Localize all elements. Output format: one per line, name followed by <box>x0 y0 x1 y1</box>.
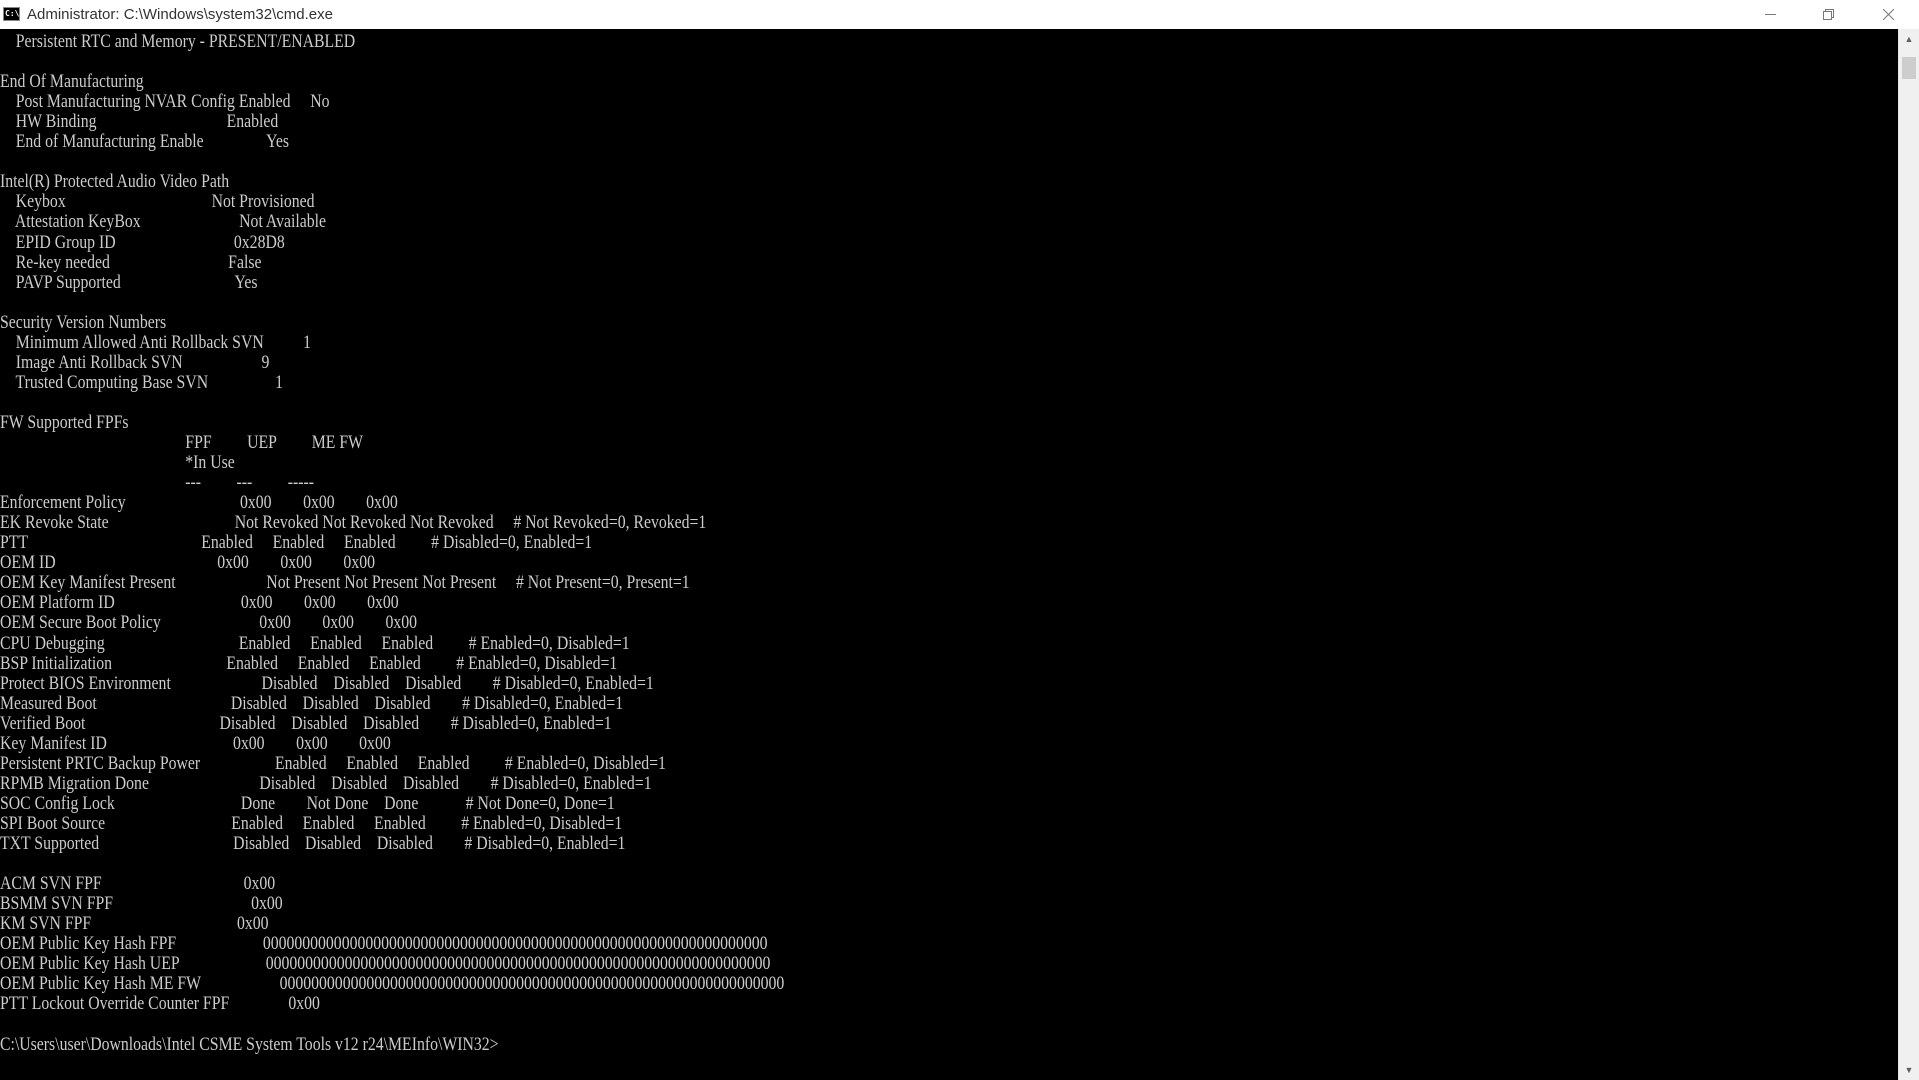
console-line: Keybox Not Provisioned <box>0 191 315 213</box>
console-line: Key Manifest ID 0x00 0x00 0x00 <box>0 732 391 754</box>
minimize-button[interactable] <box>1741 0 1799 29</box>
console-line: Security Version Numbers <box>0 311 167 333</box>
console-line: Post Manufacturing NVAR Config Enabled N… <box>0 91 330 113</box>
console-line: PAVP Supported Yes <box>0 271 258 293</box>
console-line: HW Binding Enabled <box>0 111 279 133</box>
console-line: *In Use <box>0 452 235 474</box>
scroll-up-arrow-icon[interactable]: ▲ <box>1899 29 1919 49</box>
restore-button[interactable] <box>1799 0 1857 29</box>
console-line: OEM Key Manifest Present Not Present Not… <box>0 572 690 594</box>
console-line: Re-key needed False <box>0 251 262 273</box>
console-line: RPMB Migration Done Disabled Disabled Di… <box>0 772 652 794</box>
console-line: CPU Debugging Enabled Enabled Enabled # … <box>0 632 630 654</box>
console-line: End of Manufacturing Enable Yes <box>0 131 290 153</box>
console-line: Enforcement Policy 0x00 0x00 0x00 <box>0 492 398 514</box>
window-title: Administrator: C:\Windows\system32\cmd.e… <box>27 6 333 23</box>
console-line: Intel(R) Protected Audio Video Path <box>0 171 230 193</box>
console-line: PTT Enabled Enabled Enabled # Disabled=0… <box>0 532 593 554</box>
console-line: OEM Public Key Hash UEP 0000000000000000… <box>0 953 771 975</box>
vertical-scrollbar[interactable]: ▲ ▼ <box>1898 29 1919 1080</box>
minimize-icon <box>1764 14 1776 15</box>
scrollbar-thumb[interactable] <box>1902 57 1916 79</box>
console-line: EK Revoke State Not Revoked Not Revoked … <box>0 512 707 534</box>
console-line: EPID Group ID 0x28D8 <box>0 231 285 253</box>
restore-icon <box>1822 9 1834 20</box>
console-line: C:\Users\user\Downloads\Intel CSME Syste… <box>0 1033 499 1055</box>
console-line: OEM ID 0x00 0x00 0x00 <box>0 552 375 574</box>
title-bar[interactable]: C:\ Administrator: C:\Windows\system32\c… <box>0 0 1919 29</box>
console-line: FW Supported FPFs <box>0 411 129 433</box>
scroll-down-arrow-icon[interactable]: ▼ <box>1899 1060 1919 1080</box>
console-line: BSP Initialization Enabled Enabled Enabl… <box>0 652 618 674</box>
console-line: Verified Boot Disabled Disabled Disabled… <box>0 712 612 734</box>
console-line: OEM Public Key Hash FPF 0000000000000000… <box>0 933 768 955</box>
console-line: Image Anti Rollback SVN 9 <box>0 351 270 373</box>
console-line: FPF UEP ME FW <box>0 432 364 453</box>
console-line: Protect BIOS Environment Disabled Disabl… <box>0 672 654 694</box>
console-line: SPI Boot Source Enabled Enabled Enabled … <box>0 812 623 834</box>
console-line: BSMM SVN FPF 0x00 <box>0 893 283 915</box>
console-line: SOC Config Lock Done Not Done Done # Not… <box>0 792 615 814</box>
console-line: OEM Secure Boot Policy 0x00 0x00 0x00 <box>0 612 418 634</box>
close-button[interactable] <box>1857 0 1919 29</box>
console-line: End Of Manufacturing <box>0 71 144 93</box>
cmd-icon[interactable]: C:\ <box>3 7 20 21</box>
console-line: PTT Lockout Override Counter FPF 0x00 <box>0 993 320 1015</box>
console-line: Minimum Allowed Anti Rollback SVN 1 <box>0 331 312 353</box>
close-icon <box>1882 9 1894 20</box>
cmd-icon-text: C:\ <box>5 9 20 18</box>
console-line: ACM SVN FPF 0x00 <box>0 873 276 895</box>
console-line: OEM Public Key Hash ME FW 00000000000000… <box>0 973 785 995</box>
console-line: OEM Platform ID 0x00 0x00 0x00 <box>0 592 399 614</box>
console-line: Persistent PRTC Backup Power Enabled Ena… <box>0 752 666 774</box>
console-line: Attestation KeyBox Not Available <box>0 211 327 233</box>
console-line: Measured Boot Disabled Disabled Disabled… <box>0 692 624 714</box>
console-line: KM SVN FPF 0x00 <box>0 913 269 935</box>
console-output[interactable]: Persistent RTC and Memory - PRESENT/ENAB… <box>0 29 1898 1080</box>
console-line: Trusted Computing Base SVN 1 <box>0 371 284 393</box>
console-line: TXT Supported Disabled Disabled Disabled… <box>0 833 626 854</box>
console-line: Persistent RTC and Memory - PRESENT/ENAB… <box>0 31 356 52</box>
console-line: --- --- ----- <box>0 472 315 494</box>
